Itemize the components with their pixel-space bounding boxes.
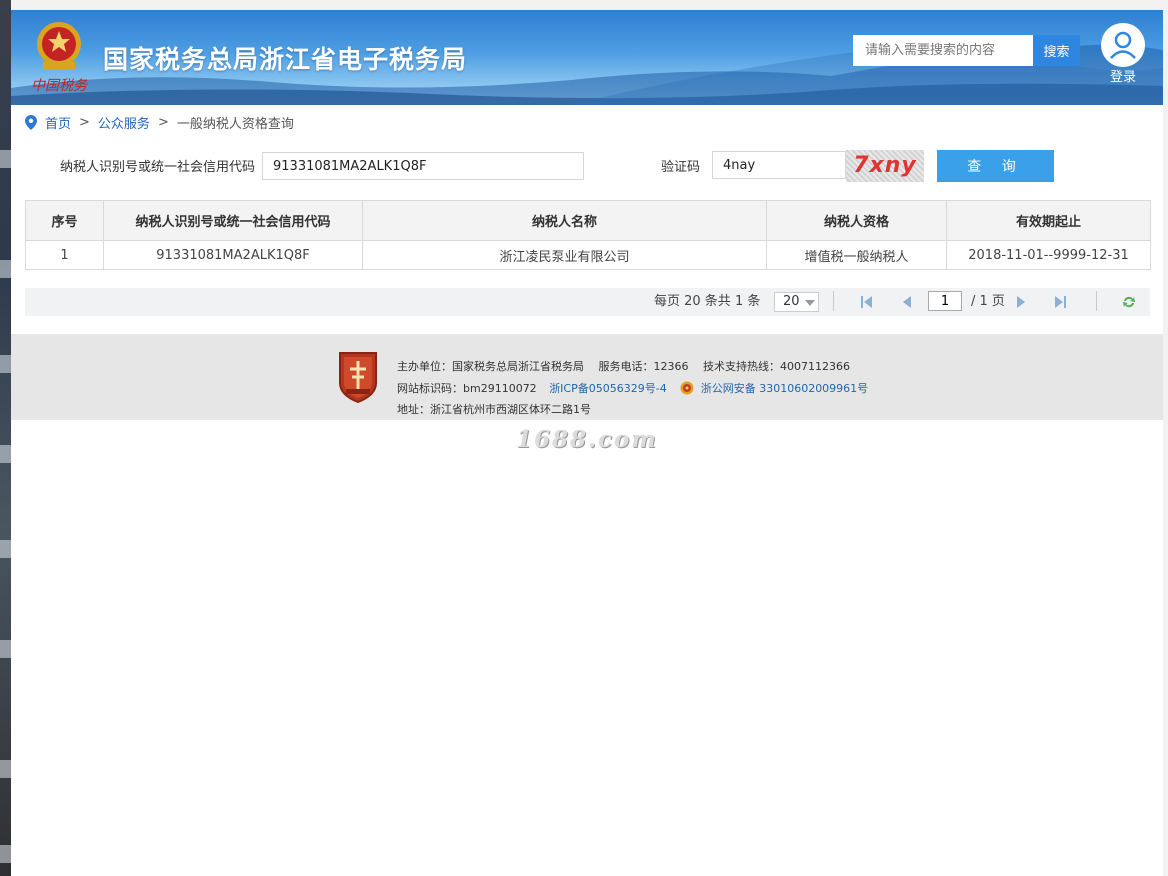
login-link[interactable]: 登录	[1101, 66, 1145, 85]
refresh-icon[interactable]	[1121, 294, 1137, 310]
cell-taxpayer-id: 91331081MA2ALK1Q8F	[103, 240, 363, 270]
header-qualification: 纳税人资格	[766, 200, 947, 241]
table-header-row: 序号 纳税人识别号或统一社会信用代码 纳税人名称 纳税人资格 有效期起止	[25, 200, 1151, 241]
site-title: 国家税务总局浙江省电子税务局	[103, 45, 468, 74]
breadcrumb: 首页 > 公众服务 > 一般纳税人资格查询	[25, 113, 294, 132]
scrollbar[interactable]	[1163, 10, 1168, 876]
footer-site-id: 网站标识码：bm29110072	[397, 382, 537, 395]
search-input[interactable]	[853, 35, 1033, 66]
divider	[1096, 291, 1097, 311]
watermark-text: 1688.com	[516, 426, 658, 453]
pagination-summary: 每页 20 条共 1 条	[654, 294, 761, 309]
cell-index: 1	[25, 240, 104, 270]
breadcrumb-separator: >	[157, 114, 169, 130]
police-badge-icon	[680, 381, 694, 395]
site-footer: 主办单位：国家税务总局浙江省税务局 服务电话：12366 技术支持热线：4007…	[11, 334, 1163, 420]
cell-taxpayer-name: 浙江凌民泵业有限公司	[362, 240, 767, 270]
result-table: 序号 纳税人识别号或统一社会信用代码 纳税人名称 纳税人资格 有效期起止 1 9…	[25, 200, 1151, 270]
taxpayer-id-input[interactable]	[262, 152, 584, 180]
svg-text:中国税务: 中国税务	[31, 78, 88, 94]
captcha-image[interactable]: 7xny	[846, 150, 924, 182]
police-record-link[interactable]: 浙公网安备 33010602009961号	[701, 382, 868, 395]
page-size-value: 20	[783, 294, 800, 309]
cell-validity-period: 2018-11-01--9999-12-31	[946, 240, 1151, 270]
cell-qualification: 增值税一般纳税人	[766, 240, 947, 270]
user-avatar-icon[interactable]	[1101, 23, 1145, 67]
browser-page: 中国税务 国家税务总局浙江省电子税务局 搜索 登录 首页 > 公众服务 > 一般…	[11, 10, 1163, 876]
divider	[833, 291, 834, 311]
footer-address: 地址：浙江省杭州市西湖区体环二路1号	[397, 403, 591, 416]
total-pages-label: / 1 页	[971, 294, 1005, 309]
captcha-input[interactable]	[712, 151, 846, 179]
page-size-select[interactable]: 20	[774, 292, 819, 312]
taxpayer-id-label: 纳税人识别号或统一社会信用代码	[60, 160, 256, 175]
icp-link[interactable]: 浙ICP备05056329号-4	[549, 382, 667, 395]
footer-registration-line: 网站标识码：bm29110072 浙ICP备05056329号-4 浙公网安备 …	[397, 380, 868, 396]
query-button[interactable]: 查 询	[937, 150, 1054, 182]
chevron-down-icon	[805, 300, 815, 306]
captcha-label: 验证码	[661, 160, 701, 175]
header-taxpayer-name: 纳税人名称	[362, 200, 767, 241]
government-site-emblem-logo[interactable]	[336, 351, 380, 403]
window-top-edge	[11, 0, 1168, 10]
location-pin-icon	[25, 114, 37, 130]
next-page-icon[interactable]	[1013, 294, 1029, 310]
header-index: 序号	[25, 200, 104, 241]
footer-organizer-line: 主办单位：国家税务总局浙江省税务局 服务电话：12366 技术支持热线：4007…	[397, 360, 850, 373]
header-validity-period: 有效期起止	[946, 200, 1151, 241]
previous-page-icon[interactable]	[899, 294, 915, 310]
first-page-icon[interactable]	[859, 294, 875, 310]
search-button[interactable]: 搜索	[1033, 35, 1080, 66]
desktop-background-strip	[0, 0, 11, 876]
current-page-input[interactable]	[928, 291, 962, 311]
pagination-bar: 每页 20 条共 1 条 20 / 1 页	[25, 288, 1150, 316]
site-header: 中国税务 国家税务总局浙江省电子税务局 搜索 登录	[11, 10, 1163, 105]
tax-bureau-emblem-logo: 中国税务	[31, 22, 88, 94]
breadcrumb-public-service-link[interactable]: 公众服务	[98, 113, 150, 132]
breadcrumb-separator: >	[79, 114, 90, 130]
table-row: 1 91331081MA2ALK1Q8F 浙江凌民泵业有限公司 增值税一般纳税人…	[25, 240, 1151, 270]
breadcrumb-current: 一般纳税人资格查询	[176, 116, 294, 132]
last-page-icon[interactable]	[1052, 294, 1068, 310]
breadcrumb-home-link[interactable]: 首页	[45, 113, 71, 132]
header-taxpayer-id: 纳税人识别号或统一社会信用代码	[103, 200, 363, 241]
